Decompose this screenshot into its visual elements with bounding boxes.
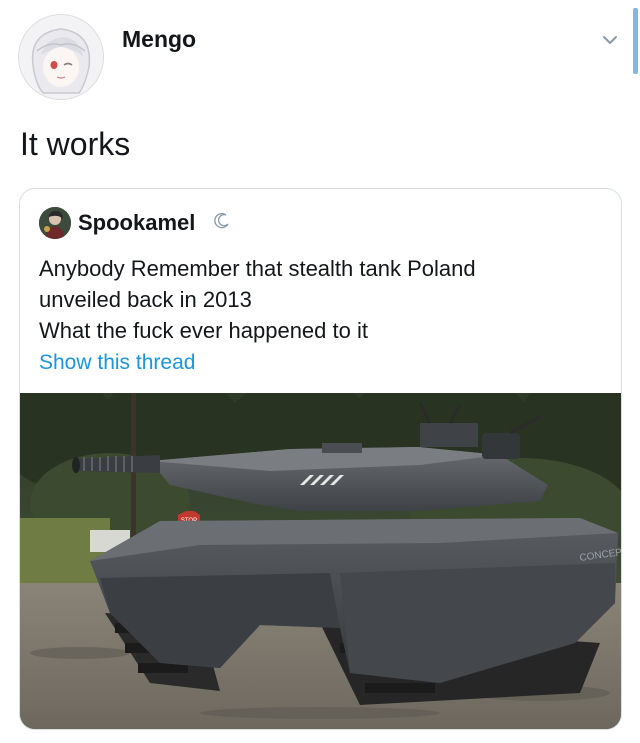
moon-icon — [214, 213, 229, 229]
quoted-username[interactable]: Spookamel — [78, 210, 195, 236]
quoted-text-line: What the fuck ever happened to it — [39, 318, 368, 343]
chevron-down-icon[interactable] — [598, 28, 622, 52]
anime-avatar-icon — [19, 15, 103, 99]
quoted-text-line: Anybody Remember that stealth tank Polan… — [39, 256, 476, 281]
scrollbar[interactable] — [633, 8, 638, 74]
character-avatar-icon — [39, 207, 71, 239]
quoted-text-line: unveiled back in 2013 — [39, 287, 252, 312]
username[interactable]: Mengo — [122, 26, 196, 53]
quoted-tweet-text: Anybody Remember that stealth tank Polan… — [39, 253, 609, 346]
quoted-tweet-card[interactable]: Spookamel Anybody Remember that stealth … — [19, 188, 622, 730]
user-avatar[interactable] — [18, 14, 104, 100]
tweet-text: It works — [20, 126, 131, 162]
show-thread-link[interactable]: Show this thread — [39, 351, 195, 375]
tank-image: STOP — [20, 393, 621, 729]
tank-photo[interactable]: STOP — [20, 393, 621, 729]
quoted-user-avatar[interactable] — [39, 207, 71, 239]
